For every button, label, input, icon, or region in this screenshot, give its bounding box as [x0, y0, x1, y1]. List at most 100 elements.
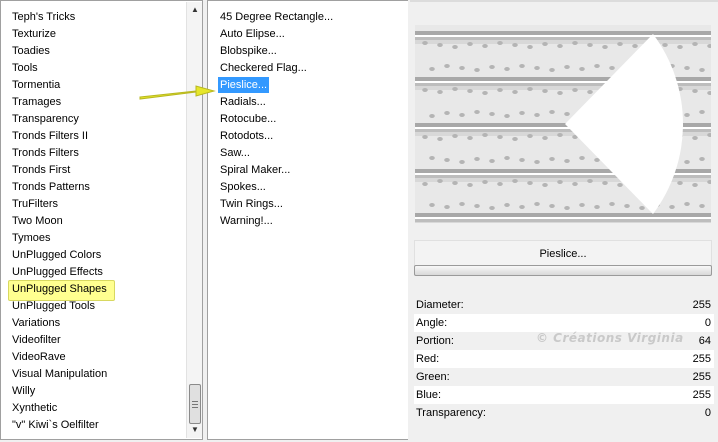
preview-shape: [692, 42, 698, 46]
preview-shape: [422, 88, 428, 92]
preview-shape: [564, 159, 570, 163]
preview-shape: [444, 158, 450, 162]
category-item[interactable]: Willy: [12, 383, 35, 399]
preview-shape: [512, 137, 518, 141]
progress-bar: [414, 265, 712, 276]
preview-shape: [557, 44, 563, 48]
filter-item[interactable]: Warning!...: [220, 213, 273, 229]
category-item[interactable]: Transparency: [12, 111, 79, 127]
preview-shape: [534, 113, 540, 117]
category-item[interactable]: "v" Kiwi`s Oelfilter: [12, 417, 99, 433]
top-divider: [410, 0, 718, 2]
watermark-text: © Créations Virginia: [536, 331, 684, 345]
category-item[interactable]: Tronds First: [12, 162, 70, 178]
preview-shape: [534, 66, 540, 70]
preview-shape: [422, 182, 428, 186]
filter-item[interactable]: Rotocube...: [220, 111, 276, 127]
preview-shape: [497, 182, 503, 186]
filter-item[interactable]: Checkered Flag...: [220, 60, 307, 76]
preview-shape: [452, 87, 458, 91]
parameter-label: Portion:: [416, 335, 454, 347]
category-item[interactable]: Tronds Filters: [12, 145, 79, 161]
filter-item[interactable]: Rotodots...: [220, 128, 273, 144]
preview-shape: [474, 110, 480, 114]
preview-shape: [692, 136, 698, 140]
category-item[interactable]: Tronds Filters II: [12, 128, 88, 144]
category-item[interactable]: VideoRave: [12, 349, 66, 365]
parameter-row[interactable]: Red: 255: [414, 350, 714, 368]
filter-item[interactable]: Spiral Maker...: [220, 162, 290, 178]
parameter-label: Blue:: [416, 389, 442, 401]
preview-shape: [587, 43, 593, 47]
parameter-label: Angle:: [416, 317, 448, 329]
preview-shape: [415, 222, 711, 223]
preview-shape: [467, 183, 473, 187]
preview-shape: [564, 112, 570, 116]
preview-shape: [549, 110, 555, 114]
preview-shape: [564, 65, 570, 69]
parameter-row[interactable]: Blue: 255: [414, 386, 714, 404]
preview-shape: [534, 202, 540, 206]
preview-shape: [422, 135, 428, 139]
preview-shape: [542, 89, 548, 93]
category-item[interactable]: Visual Manipulation: [12, 366, 107, 382]
preview-shape: [557, 91, 563, 95]
scroll-thumb[interactable]: [189, 384, 201, 424]
category-item[interactable]: TruFilters: [12, 196, 58, 212]
preview-shape: [512, 43, 518, 47]
category-item[interactable]: Xynthetic: [12, 400, 57, 416]
preview-shape: [452, 45, 458, 49]
parameter-label: Diameter:: [416, 299, 464, 311]
preview-shape: [474, 204, 480, 208]
preview-shape: [527, 45, 533, 49]
category-item[interactable]: Videofilter: [12, 332, 61, 348]
preview-shape: [482, 133, 488, 137]
parameter-row[interactable]: Diameter: 255: [414, 296, 714, 314]
parameter-value: 255: [692, 389, 711, 401]
preview-shape: [617, 42, 623, 46]
parameter-row[interactable]: Angle: 0: [414, 314, 714, 332]
filter-item[interactable]: 45 Degree Rectangle...: [220, 9, 333, 25]
preview-shape: [549, 68, 555, 72]
category-item[interactable]: UnPlugged Tools: [12, 298, 95, 314]
parameter-row[interactable]: Transparency: 0: [414, 404, 714, 422]
parameter-label: Red:: [416, 353, 440, 365]
parameter-row[interactable]: Green: 255: [414, 368, 714, 386]
category-item[interactable]: UnPlugged Effects: [12, 264, 103, 280]
scroll-down-icon[interactable]: ▼: [187, 422, 203, 438]
preview-shape: [669, 205, 675, 209]
preview-shape: [572, 41, 578, 45]
parameter-value: 0: [704, 317, 711, 329]
category-item[interactable]: Tymoes: [12, 230, 51, 246]
preview-shape: [579, 156, 585, 160]
preview-shape: [489, 65, 495, 69]
preview-shape: [459, 202, 465, 206]
category-item[interactable]: Tronds Patterns: [12, 179, 90, 195]
filter-item[interactable]: Saw...: [220, 145, 250, 161]
preview-shape: [602, 181, 608, 185]
category-item[interactable]: Variations: [12, 315, 60, 331]
preview-shape: [415, 31, 711, 35]
preview-shape: [609, 202, 615, 206]
preview-shape: [467, 136, 473, 140]
preview-shape: [422, 41, 428, 45]
preview-shape: [542, 136, 548, 140]
preview-shape: [684, 202, 690, 206]
category-item[interactable]: Two Moon: [12, 213, 63, 229]
category-item[interactable]: UnPlugged Colors: [12, 247, 101, 263]
filter-preview: [415, 25, 711, 223]
filter-item[interactable]: Twin Rings...: [220, 196, 283, 212]
preview-shape: [692, 183, 698, 187]
preview-shape: [699, 157, 705, 161]
preview-shape: [415, 217, 711, 219]
category-item[interactable]: UnPlugged Shapes: [12, 281, 107, 297]
parameter-label: Green:: [416, 371, 450, 383]
preview-shape: [459, 160, 465, 164]
preview-shape: [415, 35, 711, 37]
filter-item[interactable]: Spokes...: [220, 179, 266, 195]
filter-name-label: Pieslice...: [414, 240, 712, 268]
filter-list[interactable]: 45 Degree Rectangle... Auto Elipse... Blob…: [207, 0, 408, 440]
preview-shape: [519, 158, 525, 162]
preview-shape: [467, 89, 473, 93]
parameter-value: 255: [692, 371, 711, 383]
